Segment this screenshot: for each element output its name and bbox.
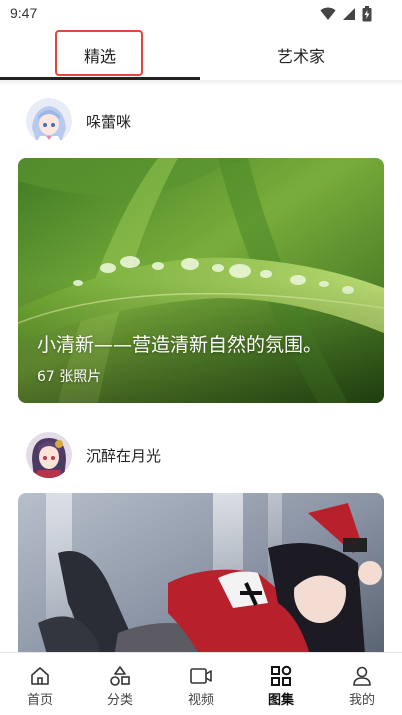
nav-category-label: 分类 — [106, 693, 133, 708]
album-card[interactable] — [18, 493, 384, 652]
status-icons — [320, 6, 372, 22]
nav-home[interactable]: 首页 — [0, 653, 80, 715]
post-author[interactable]: 哚蕾咪 — [26, 96, 356, 146]
gallery-feed[interactable]: 哚蕾咪 小清新——营造清新自然的氛围。 67 张照片 沉醉在月光 — [0, 85, 402, 652]
nav-video-label: 视频 — [187, 693, 214, 708]
nav-home-label: 首页 — [26, 693, 53, 708]
tab-highlight-box — [55, 30, 143, 76]
signal-icon — [343, 8, 355, 20]
author-name[interactable]: 沉醉在月光 — [86, 445, 161, 466]
album-card[interactable]: 小清新——营造清新自然的氛围。 67 张照片 — [18, 158, 384, 403]
category-icon — [110, 666, 130, 686]
status-time: 9:47 — [10, 5, 38, 21]
home-icon — [31, 667, 49, 685]
bottom-nav: 首页 分类 视频 图集 我的 — [0, 652, 402, 715]
status-bar: 9:47 — [0, 0, 402, 28]
top-tabs: 精选 艺术家 — [0, 30, 402, 86]
tab-artists[interactable]: 艺术家 — [200, 30, 402, 80]
author-avatar[interactable] — [26, 98, 72, 144]
nav-profile-label: 我的 — [348, 693, 375, 708]
tab-artists-label: 艺术家 — [276, 47, 325, 66]
album-title: 小清新——营造清新自然的氛围。 — [37, 334, 323, 356]
author-avatar[interactable] — [26, 432, 72, 478]
gallery-icon — [271, 665, 292, 686]
nav-video[interactable]: 视频 — [161, 653, 241, 715]
video-icon — [190, 668, 212, 684]
post-author[interactable]: 沉醉在月光 — [26, 430, 356, 480]
battery-icon — [362, 6, 372, 22]
nav-category[interactable]: 分类 — [80, 653, 160, 715]
author-name[interactable]: 哚蕾咪 — [86, 111, 131, 132]
album-cover-image — [18, 493, 384, 652]
album-photo-count: 67 张照片 — [37, 369, 102, 385]
wifi-icon — [320, 7, 336, 20]
nav-gallery[interactable]: 图集 — [241, 653, 321, 715]
profile-icon — [353, 666, 371, 686]
nav-gallery-label: 图集 — [267, 693, 294, 708]
nav-profile[interactable]: 我的 — [322, 653, 402, 715]
